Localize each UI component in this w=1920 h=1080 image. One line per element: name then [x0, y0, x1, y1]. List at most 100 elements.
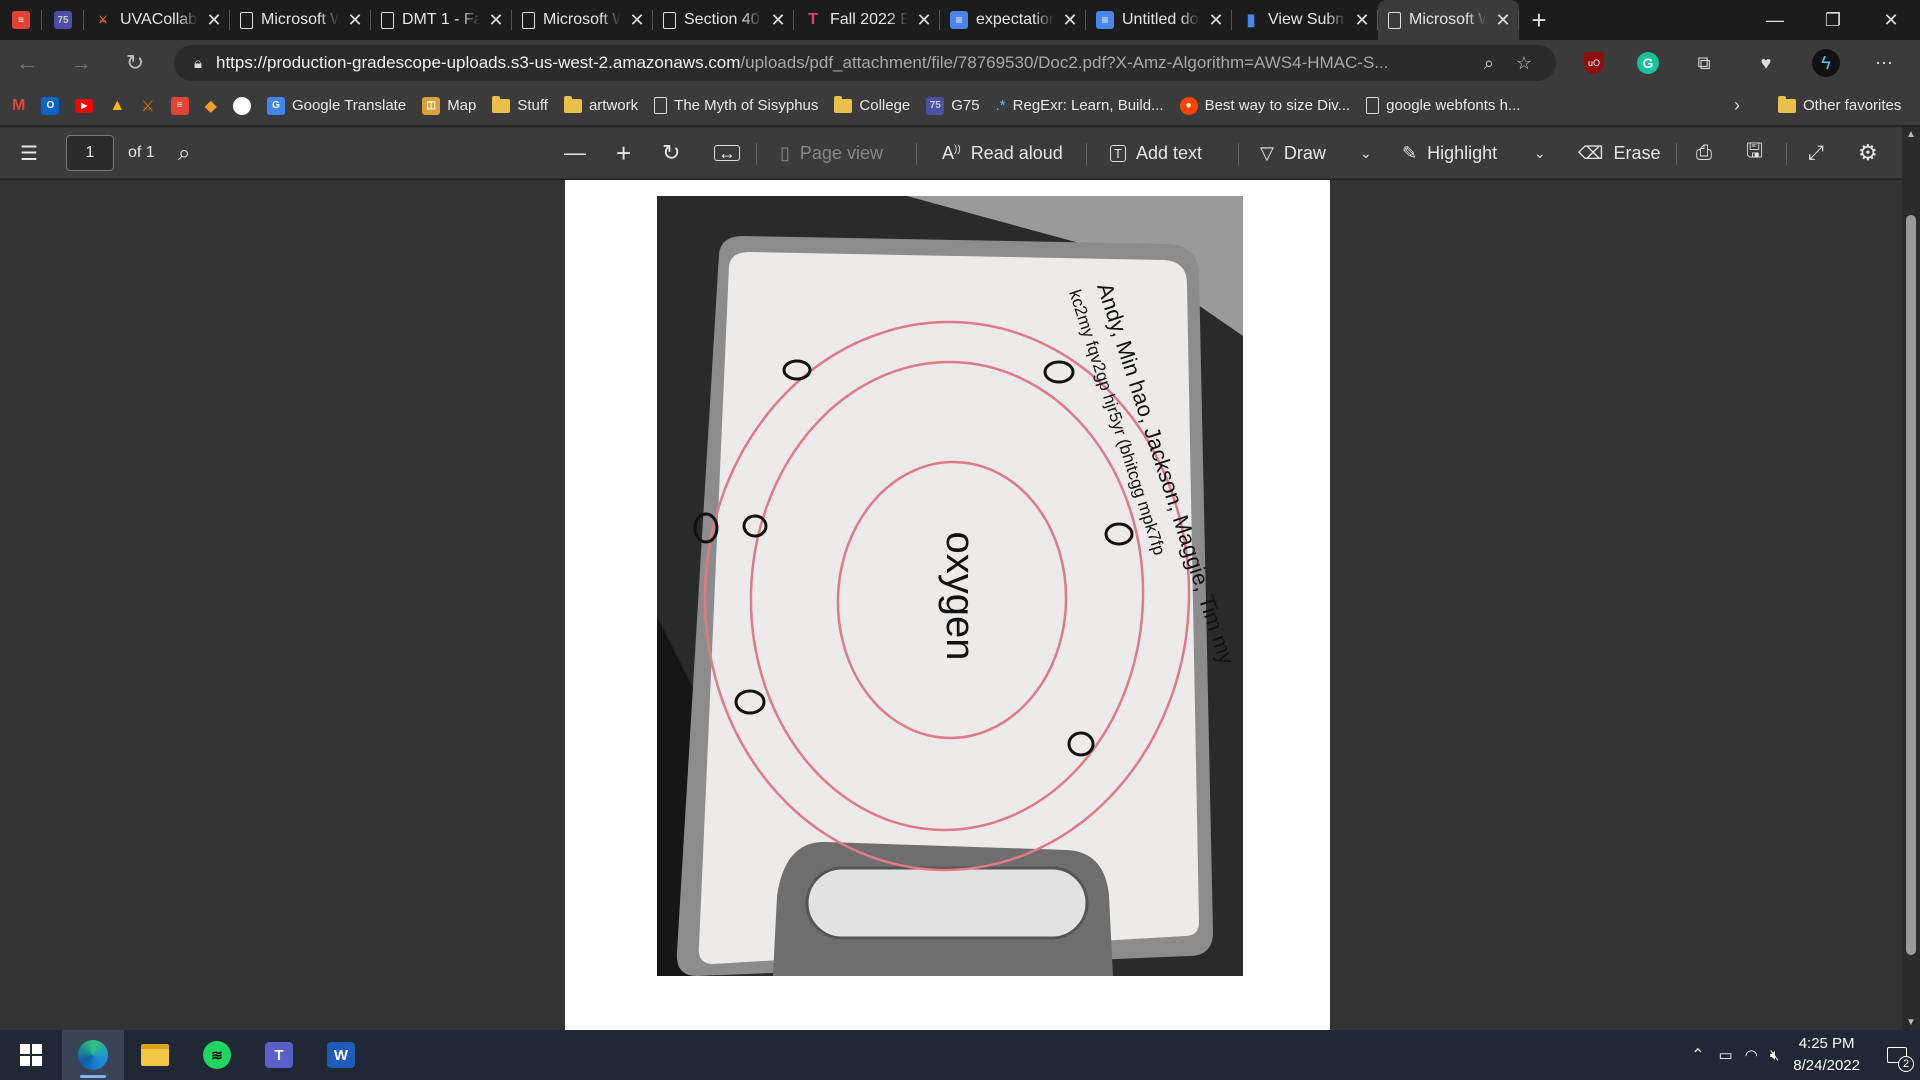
taskbar-file-explorer[interactable] [124, 1030, 186, 1080]
minimize-button[interactable]: — [1746, 0, 1804, 40]
rotate-button[interactable]: ↻ [662, 127, 680, 179]
bookmark-uva[interactable]: ⚔ [141, 97, 154, 115]
restore-button[interactable]: ❐ [1804, 0, 1862, 40]
tab-9[interactable]: ≡ Untitled do ✕ [1086, 0, 1232, 40]
close-tab-icon[interactable]: ✕ [347, 10, 363, 31]
save-button[interactable]: 🖫︎ [1746, 127, 1763, 179]
scroll-up-icon[interactable]: ▲ [1906, 129, 1916, 140]
taskbar-teams[interactable]: T [248, 1030, 310, 1080]
draw-options-chevron-icon[interactable]: ⌄ [1360, 127, 1372, 179]
url-text[interactable]: https://production-gradescope-uploads.s3… [216, 53, 1456, 73]
start-button[interactable] [0, 1030, 62, 1080]
bookmark-artwork[interactable]: artwork [563, 95, 638, 114]
close-tab-icon[interactable]: ✕ [488, 10, 504, 31]
taskbar-word[interactable]: W [310, 1030, 372, 1080]
close-tab-icon[interactable]: ✕ [1495, 10, 1511, 31]
bookmark-stuff[interactable]: Stuff [492, 95, 548, 114]
close-tab-icon[interactable]: ✕ [206, 10, 222, 31]
fit-to-width-button[interactable]: ↔ [714, 127, 740, 179]
address-bar[interactable]: 🔒︎ https://production-gradescope-uploads… [174, 45, 1556, 81]
add-favorite-icon[interactable]: ☆ [1516, 53, 1532, 74]
bookmark-google-webfonts[interactable]: google webfonts h... [1366, 97, 1520, 114]
scrollbar-thumb[interactable] [1906, 215, 1916, 955]
show-hidden-icons-chevron-icon[interactable]: ⌃ [1691, 1045, 1704, 1065]
back-button[interactable]: ← [0, 40, 54, 86]
print-button[interactable]: ⎙ [1696, 127, 1712, 179]
tab-4[interactable]: DMT 1 - Fa ✕ [371, 0, 512, 40]
refresh-button[interactable]: ↻ [108, 40, 162, 86]
tab-6[interactable]: Section 40 ✕ [653, 0, 794, 40]
scroll-down-icon[interactable]: ▼ [1906, 1017, 1916, 1028]
tab-1[interactable]: 75 [42, 0, 84, 40]
close-tab-icon[interactable]: ✕ [916, 10, 932, 31]
tab-11[interactable]: Microsoft W ✕ [1378, 0, 1519, 40]
bookmark-drive[interactable]: ▲ [109, 97, 125, 115]
tab-7[interactable]: T Fall 2022 E ✕ [794, 0, 940, 40]
g75-icon: 75 [926, 96, 945, 115]
bookmarks-overflow-chevron-icon[interactable]: › [1734, 95, 1740, 116]
tab-10[interactable]: ▮ View Subm ✕ [1232, 0, 1378, 40]
bookmark-college[interactable]: College [834, 95, 910, 114]
bookmark-gmail[interactable]: M [12, 97, 25, 115]
pdf-viewer[interactable]: oxygen Andy, Min hao, Jackson, Maggie, T… [0, 180, 1902, 1030]
bookmark-github[interactable] [232, 96, 251, 115]
bookmark-other-favorites[interactable]: Other favorites [1778, 95, 1901, 114]
battery-icon[interactable]: ▭ [1719, 1046, 1733, 1064]
fullscreen-button[interactable]: ⤢ [1808, 127, 1824, 179]
forward-button[interactable]: → [54, 40, 108, 86]
tab-2[interactable]: ⚔ UVACollab ✕ [84, 0, 230, 40]
highlight-options-chevron-icon[interactable]: ⌄ [1534, 127, 1546, 179]
settings-button[interactable]: ⚙ [1858, 127, 1878, 179]
add-text-button[interactable]: T Add text [1110, 127, 1202, 179]
bookmark-google-translate[interactable]: G Google Translate [266, 96, 406, 115]
tab-0[interactable]: ≡ [0, 0, 42, 40]
bookmark-regexr[interactable]: .* RegExr: Learn, Build... [996, 97, 1164, 114]
zoom-in-button[interactable]: + [616, 127, 631, 179]
page-view-button[interactable]: ▯ Page view [780, 127, 883, 179]
tab-3[interactable]: Microsoft W ✕ [230, 0, 371, 40]
extensions-icon[interactable]: ⧉ [1688, 47, 1720, 79]
more-menu-icon[interactable]: ⋯ [1868, 47, 1900, 79]
viewer-scrollbar[interactable]: ▲ ▼ [1902, 127, 1920, 1030]
volume-muted-icon[interactable]: 🔇︎ [1770, 1047, 1779, 1064]
close-tab-icon[interactable]: ✕ [1062, 10, 1078, 31]
bookmark-outlook[interactable]: O [41, 96, 60, 115]
bookmark-app[interactable]: ◆ [205, 96, 217, 116]
tab-5[interactable]: Microsoft W ✕ [512, 0, 653, 40]
close-tab-icon[interactable]: ✕ [1354, 10, 1370, 31]
zoom-out-button[interactable]: — [564, 127, 586, 179]
profile-avatar[interactable]: ϟ [1810, 47, 1842, 79]
zoom-icon[interactable]: ⌕ [1484, 53, 1494, 74]
lock-icon[interactable]: 🔒︎ [194, 55, 202, 72]
taskbar-edge[interactable] [62, 1030, 124, 1080]
read-aloud-button[interactable]: A)) Read aloud [942, 127, 1063, 179]
health-icon[interactable]: ♥ [1750, 47, 1782, 79]
contents-button[interactable]: ☰ [20, 127, 38, 179]
grammarly-icon[interactable]: G [1632, 47, 1664, 79]
bookmark-map[interactable]: ◫ Map [422, 96, 477, 115]
wifi-icon[interactable]: ◠ [1745, 1046, 1758, 1064]
highlight-icon: ✎ [1402, 142, 1418, 163]
tab-8[interactable]: ≡ expectation ✕ [940, 0, 1086, 40]
find-button[interactable]: ⌕ [178, 127, 190, 179]
close-window-button[interactable]: ✕ [1862, 0, 1920, 40]
bookmark-youtube[interactable]: ▶ [75, 98, 94, 113]
bookmark-todoist[interactable]: ≡ [170, 96, 189, 115]
clock[interactable]: 4:25 PM 8/24/2022 [1793, 1033, 1860, 1077]
ublock-icon[interactable]: uO [1578, 47, 1610, 79]
rotate-icon: ↻ [662, 140, 681, 165]
erase-button[interactable]: ⌫ Erase [1578, 127, 1660, 179]
close-tab-icon[interactable]: ✕ [770, 10, 786, 31]
draw-button[interactable]: ▽ Draw [1260, 127, 1326, 179]
page-number-input[interactable]: 1 [66, 135, 114, 171]
close-tab-icon[interactable]: ✕ [1208, 10, 1224, 31]
highlight-button[interactable]: ✎ Highlight [1402, 127, 1497, 179]
new-tab-button[interactable]: + [1519, 5, 1559, 36]
close-tab-icon[interactable]: ✕ [629, 10, 645, 31]
bookmark-label: Map [447, 97, 477, 114]
bookmark-myth-of-sisyphus[interactable]: The Myth of Sisyphus [654, 97, 818, 114]
taskbar-spotify[interactable]: ≋ [186, 1030, 248, 1080]
bookmark-g75[interactable]: 75 G75 [926, 96, 980, 115]
bookmark-best-way[interactable]: ● Best way to size Div... [1179, 96, 1350, 115]
notification-center-button[interactable]: 2 [1874, 1030, 1920, 1080]
